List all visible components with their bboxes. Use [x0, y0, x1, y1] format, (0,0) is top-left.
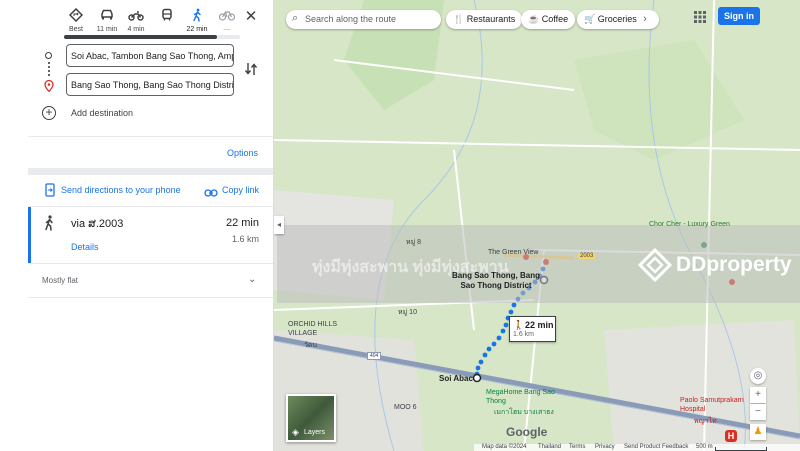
my-location-icon[interactable]: ◎ [750, 368, 766, 384]
close-icon[interactable]: ✕ [244, 8, 258, 26]
footer-privacy[interactable]: Privacy [595, 444, 615, 450]
area-label-orchid-hills: ORCHID HILLS VILLAGE [288, 321, 338, 337]
section-divider [28, 168, 273, 175]
destination-field[interactable]: Bang Sao Thong, Bang Sao Thong District, [66, 73, 234, 96]
footer-map-data: Map data ©2024 [482, 444, 527, 450]
copy-link-button[interactable]: Copy link [222, 185, 259, 195]
divider [28, 297, 273, 298]
walking-icon [182, 8, 212, 26]
coffee-icon: ☕ [528, 14, 540, 24]
search-placeholder: Search along the route [305, 14, 397, 24]
send-to-phone-button[interactable]: Send directions to your phone [61, 185, 181, 195]
train-icon [152, 8, 182, 26]
search-icon: ⌕ [292, 12, 299, 24]
mode-best-label: Best [68, 26, 83, 33]
pegman-icon[interactable]: ♟ [750, 424, 766, 440]
mode-indicator [64, 35, 217, 39]
badge-distance: 1.6 km [513, 331, 535, 338]
layers-icon: ◈ [292, 427, 299, 437]
restaurant-icon: 🍴 [453, 14, 465, 24]
collapse-panel-icon[interactable]: ◂ [274, 216, 284, 234]
destination-pin-icon [44, 79, 54, 97]
chip-groceries-label: Groceries [597, 14, 637, 24]
apps-grid-icon[interactable] [694, 10, 706, 28]
chip-restaurants[interactable]: 🍴 Restaurants [446, 10, 523, 29]
place-label-chor-cher[interactable]: Chor Cher - Luxury Green [649, 221, 730, 228]
origin-map-label[interactable]: Soi Abac [439, 374, 473, 383]
area-label-moo10: หมู่ 10 [398, 309, 417, 316]
divider [28, 263, 273, 264]
options-button[interactable]: Options [227, 148, 258, 158]
mode-walk[interactable]: 22 min [182, 8, 212, 33]
origin-dot-icon [45, 52, 52, 59]
place-label-hospital[interactable]: Paolo Samutprakarn Hospital [680, 396, 750, 414]
road-shield-404: 404 [367, 352, 382, 360]
diamond-route-icon [61, 7, 91, 26]
map-canvas[interactable]: ⌕ Search along the route 🍴 Restaurants ☕… [274, 0, 800, 451]
ddproperty-logo-icon [637, 247, 673, 287]
mode-indicator-track [64, 35, 240, 39]
origin-field[interactable]: Soi Abac, Tambon Bang Sao Thong, Amphoe [66, 44, 234, 67]
watermark-thai-text: ทุ่งมีทุ่งสะพาน ทุ่งมีทุ่งสะพาน [312, 259, 509, 276]
chip-coffee-label: Coffee [541, 14, 569, 24]
area-label-thai: วัดบ [304, 342, 317, 349]
swap-icon[interactable] [244, 61, 258, 77]
footer-terms[interactable]: Terms [569, 444, 585, 450]
search-box[interactable]: ⌕ Search along the route [286, 10, 441, 29]
mode-transit[interactable] [152, 8, 182, 26]
cart-icon: 🛒 [584, 14, 596, 24]
chip-restaurants-label: Restaurants [466, 14, 516, 24]
place-label-megahome[interactable]: MegaHome Bang Sao Thong [486, 388, 556, 406]
place-label-megahome-thai: เมกาโฮม บางเสาธง [494, 409, 554, 416]
chevron-down-icon[interactable]: ⌄ [248, 274, 256, 285]
route-connector [48, 62, 51, 76]
bicycle-icon [212, 8, 242, 26]
footer-feedback[interactable]: Send Product Feedback [624, 444, 688, 450]
link-icon [204, 185, 218, 203]
mode-best[interactable]: Best [61, 7, 91, 33]
route-via: via ສ.2003 [71, 218, 124, 230]
google-logo: Google [506, 425, 548, 439]
details-button[interactable]: Details [71, 242, 99, 252]
route-duration: 22 min [225, 217, 259, 229]
footer-country[interactable]: Thailand [538, 444, 561, 450]
layers-button[interactable]: ◈ Layers [286, 394, 336, 442]
area-label-moo6: MOO 6 [394, 404, 417, 411]
layers-label: Layers [304, 429, 326, 436]
area-label-moo8: หมู่ 8 [406, 239, 422, 246]
add-destination-button[interactable]: Add destination [71, 108, 133, 118]
mode-walk-label: 22 min [186, 26, 208, 33]
chip-coffee[interactable]: ☕ Coffee [521, 10, 576, 29]
terrain-note: Mostly flat [42, 276, 79, 285]
left-gutter [0, 0, 28, 451]
chevron-right-icon[interactable]: › [638, 12, 652, 27]
walking-icon [43, 215, 55, 236]
scale-label[interactable]: 500 m [696, 444, 713, 450]
divider [28, 136, 273, 137]
walking-icon: 🚶 [513, 320, 525, 330]
mode-bicycle-label: — [223, 26, 231, 33]
mode-motorcycle-label: 4 min [127, 26, 145, 33]
mode-bicycle[interactable]: — [212, 8, 242, 33]
badge-time: 22 min [525, 320, 554, 330]
scale-bar [715, 447, 767, 451]
place-label-hospital-thai: พญาไท [694, 418, 717, 425]
hospital-icon[interactable]: H [725, 430, 737, 442]
add-destination-icon[interactable]: + [42, 106, 56, 120]
motorcycle-icon [121, 8, 151, 26]
mode-car-label: 11 min [96, 26, 118, 33]
sign-in-button[interactable]: Sign in [718, 7, 760, 25]
route-time-badge[interactable]: 🚶 22 min 1.6 km [509, 316, 556, 342]
phone-send-icon [44, 183, 56, 202]
zoom-out-button[interactable]: − [750, 404, 766, 420]
watermark-brand: DDproperty [676, 253, 792, 276]
car-icon [92, 8, 122, 26]
road-shield-2003: 2003 [578, 253, 596, 259]
zoom-in-button[interactable]: + [750, 387, 766, 403]
mode-motorcycle[interactable]: 4 min [121, 8, 151, 33]
mode-car[interactable]: 11 min [92, 8, 122, 33]
route-distance: 1.6 km [231, 234, 259, 244]
